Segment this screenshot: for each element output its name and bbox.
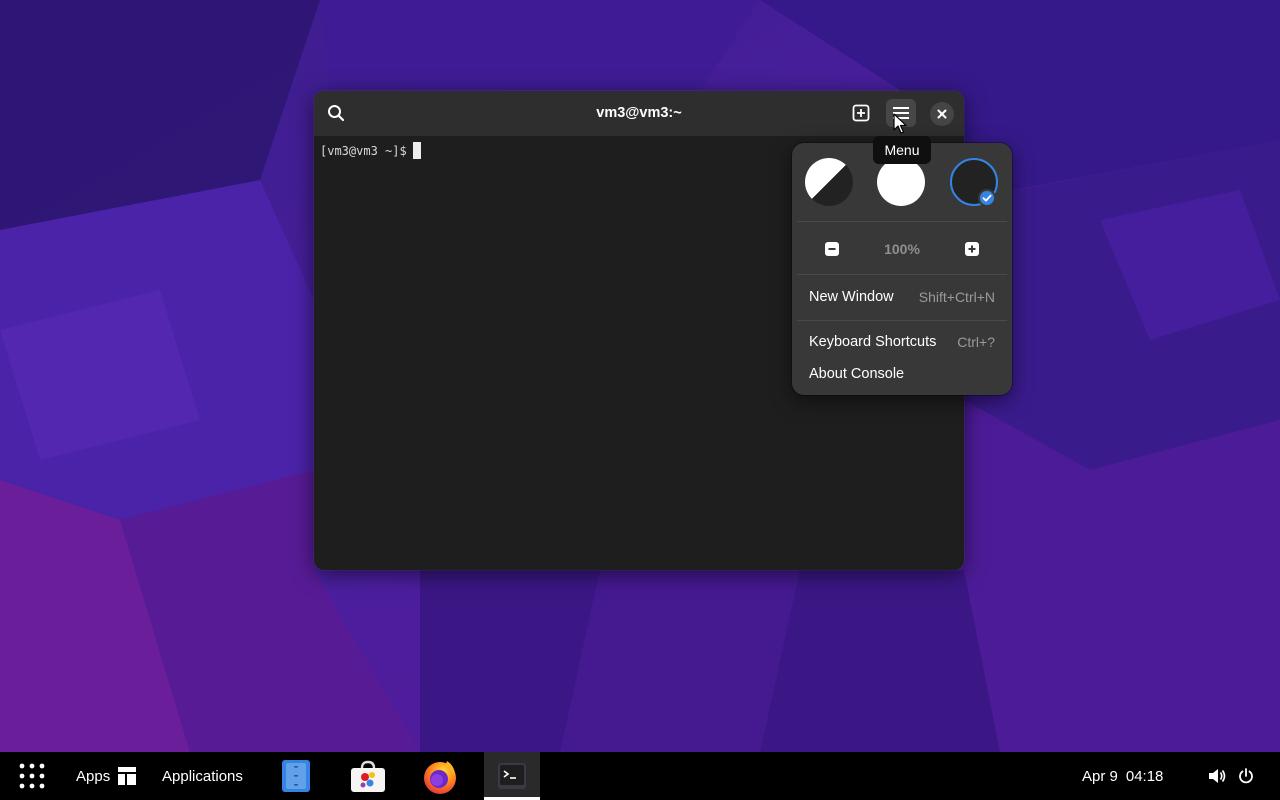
zoom-out-button[interactable] bbox=[818, 237, 846, 261]
checkmark-icon bbox=[978, 189, 996, 207]
headerbar: vm3@vm3:~ bbox=[314, 91, 964, 136]
applications-menu-button[interactable]: Applications bbox=[162, 752, 243, 800]
menu-item-shortcut: Ctrl+? bbox=[957, 334, 995, 350]
zoom-in-button[interactable] bbox=[958, 237, 986, 261]
power-icon bbox=[1239, 768, 1253, 784]
light-style-button[interactable] bbox=[877, 158, 925, 206]
software-store-icon[interactable] bbox=[350, 760, 386, 792]
main-menu-popover: 100% New Window Shift+Ctrl+N Keyboard Sh… bbox=[792, 143, 1012, 395]
menu-item-label: About Console bbox=[809, 366, 905, 382]
menu-item-shortcut: Shift+Ctrl+N bbox=[918, 289, 995, 305]
taskbar: Apps Applications Apr 9 04:18 bbox=[0, 752, 1280, 800]
menu-item-label: New Window bbox=[809, 289, 894, 305]
new-window-menu-item[interactable]: New Window Shift+Ctrl+N bbox=[797, 281, 1007, 313]
plus-icon bbox=[965, 242, 979, 256]
shell-prompt-line: [vm3@vm3 ~]$ bbox=[320, 142, 421, 159]
menu-separator bbox=[797, 274, 1007, 275]
apps-label: Apps bbox=[76, 767, 111, 785]
applications-label: Applications bbox=[162, 767, 243, 785]
close-icon bbox=[937, 109, 947, 119]
terminal-icon[interactable] bbox=[498, 763, 526, 789]
menu-separator bbox=[797, 221, 1007, 222]
keyboard-shortcuts-menu-item[interactable]: Keyboard Shortcuts Ctrl+? bbox=[797, 326, 1007, 358]
apps-menu-button[interactable]: Apps bbox=[76, 752, 137, 800]
minus-icon bbox=[825, 242, 839, 256]
follow-system-style-button[interactable] bbox=[805, 158, 853, 206]
shell-prompt: [vm3@vm3 ~]$ bbox=[320, 143, 407, 158]
about-console-menu-item[interactable]: About Console bbox=[797, 358, 1007, 390]
menu-tooltip: Menu bbox=[873, 136, 931, 164]
app-grid-icon bbox=[19, 763, 45, 789]
new-tab-icon bbox=[852, 104, 870, 122]
zoom-level: 100% bbox=[884, 241, 920, 257]
apps-layout-icon bbox=[118, 767, 137, 785]
app-grid-button[interactable] bbox=[18, 752, 46, 800]
new-tab-button[interactable] bbox=[846, 99, 876, 127]
power-button[interactable] bbox=[1238, 752, 1254, 800]
volume-icon bbox=[1209, 769, 1226, 783]
text-cursor bbox=[412, 142, 421, 159]
volume-button[interactable] bbox=[1208, 752, 1226, 800]
clock-button[interactable]: Apr 9 04:18 bbox=[1082, 752, 1163, 800]
clock-time: 04:18 bbox=[1125, 767, 1164, 785]
clock-date: Apr 9 bbox=[1082, 767, 1118, 785]
firefox-icon[interactable] bbox=[421, 758, 461, 794]
menu-separator bbox=[797, 320, 1007, 321]
close-window-button[interactable] bbox=[930, 102, 954, 126]
mouse-pointer-icon bbox=[893, 113, 907, 134]
file-manager-icon[interactable] bbox=[281, 760, 311, 792]
menu-item-label: Keyboard Shortcuts bbox=[809, 334, 937, 350]
